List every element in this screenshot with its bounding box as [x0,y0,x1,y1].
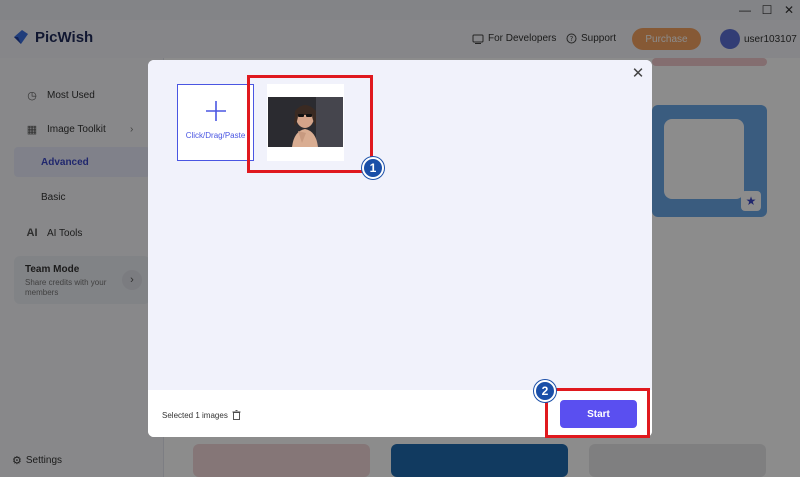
upload-dialog: ✕ Click/Drag/Paste Selected 1 images Sta… [148,60,652,437]
plus-icon [206,101,226,121]
upload-area[interactable]: ✕ Click/Drag/Paste [148,60,652,390]
add-image-label: Click/Drag/Paste [185,131,246,140]
close-icon[interactable]: ✕ [630,66,646,82]
add-image-tile[interactable]: Click/Drag/Paste [177,84,254,161]
selected-count: Selected 1 images [162,410,241,420]
trash-icon[interactable] [232,410,241,420]
highlight-box-thumbnail [247,75,373,173]
highlight-box-start [545,388,650,438]
selected-count-text: Selected 1 images [162,410,228,420]
step-badge-1: 1 [362,157,384,179]
step-badge-2: 2 [534,380,556,402]
